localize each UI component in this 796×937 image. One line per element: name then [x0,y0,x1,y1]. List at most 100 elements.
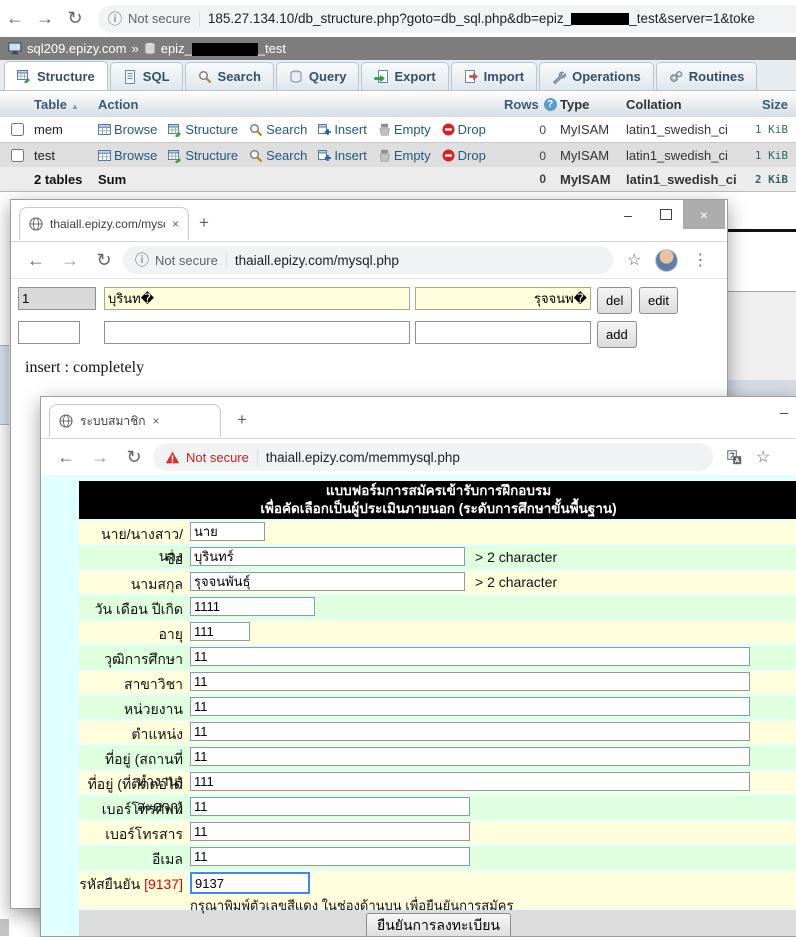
reload-icon[interactable]: ↻ [89,250,119,271]
field-input-3[interactable] [190,572,465,591]
new-tab-icon[interactable]: + [199,213,209,233]
bookmark-star-icon[interactable]: ☆ [627,250,641,270]
menu-kebab-icon[interactable]: ⋮ [692,250,708,270]
info-icon[interactable]: ⓘ [108,9,122,29]
browse-link[interactable]: Browse [98,122,157,137]
structure-link[interactable]: Structure [168,122,238,137]
new-name-input[interactable] [104,321,410,344]
field-input-7[interactable] [190,672,750,691]
forward-icon[interactable]: → [30,8,60,29]
record-surname-input[interactable] [415,287,591,310]
verify-code-input[interactable] [190,872,310,894]
new-id-input[interactable] [18,321,80,344]
add-button[interactable]: add [597,321,637,348]
checkbox-cell [0,149,34,162]
search-link[interactable]: Search [249,148,307,163]
del-button[interactable]: del [597,287,632,314]
tab-sql[interactable]: SQL [110,62,183,90]
field-input-14[interactable] [190,847,470,866]
field-input-13[interactable] [190,822,470,841]
field-input-6[interactable] [190,647,750,666]
browse-link[interactable]: Browse [98,148,157,163]
tab-import[interactable]: Import [451,62,537,90]
tab-search[interactable]: Search [185,62,274,90]
field-input-11[interactable] [190,772,750,791]
tab-query[interactable]: Query [276,62,360,90]
address-bar[interactable]: ⓘ Not secure thaiall.epizy.com/mysql.php [123,246,613,274]
new-surname-input[interactable] [415,321,591,344]
insert-link[interactable]: Insert [318,122,367,137]
table-name-link[interactable]: test [34,148,98,163]
structure-link[interactable]: Structure [168,148,238,163]
minimize-icon[interactable]: – [763,397,796,426]
maximize-icon[interactable] [645,200,687,229]
field-cell [188,821,796,844]
member-window-tab[interactable]: ระบบสมาชิก × [49,404,221,437]
forward-icon[interactable]: → [85,447,115,468]
field-input-5[interactable] [190,622,250,641]
action-label: Browse [114,148,157,163]
field-input-8[interactable] [190,697,750,716]
search-link[interactable]: Search [249,122,307,137]
drop-link[interactable]: Drop [442,148,486,163]
breadcrumb-database[interactable]: epiz__test [161,41,286,56]
bookmark-star-icon[interactable]: ☆ [756,447,770,467]
field-input-1[interactable] [190,522,265,541]
edit-button[interactable]: edit [639,287,678,314]
mysql-window-titlebar[interactable]: thaiall.epizy.com/mysql.php × + – × [11,200,727,242]
tab-routines[interactable]: Routines [656,62,758,90]
drop-link[interactable]: Drop [442,122,486,137]
field-input-10[interactable] [190,747,750,766]
row-checkbox[interactable] [11,123,24,136]
minimize-icon[interactable]: – [607,200,649,229]
tab-close-icon[interactable]: × [172,217,179,231]
field-label: วัน เดือน ปีเกิด [79,596,188,619]
translate-icon[interactable] [727,450,742,465]
field-input-4[interactable] [190,597,315,616]
breadcrumb-server[interactable]: sql209.epizy.com [27,41,126,56]
tab-label: SQL [143,69,170,84]
field-input-9[interactable] [190,722,750,741]
tab-label: Routines [689,69,745,84]
row-checkbox[interactable] [11,149,24,162]
info-icon[interactable]: ⓘ [135,250,149,270]
column-header-table[interactable]: Table▲ [34,97,98,112]
new-tab-icon[interactable]: + [237,410,247,430]
field-input-12[interactable] [190,797,470,816]
pma-table-header: Table▲ Action Rows? Type Collation Size [0,91,796,118]
tab-structure[interactable]: Structure [4,61,108,90]
back-icon[interactable]: ← [21,250,51,271]
close-icon[interactable]: × [683,200,725,229]
profile-avatar[interactable] [655,249,678,272]
tab-export[interactable]: Export [361,62,448,90]
table-name-link[interactable]: mem [34,122,98,137]
empty-link[interactable]: Empty [378,148,431,163]
sum-size: 2 KiB [744,173,796,186]
sum-label: Sum [98,172,504,187]
tab-close-icon[interactable]: × [153,414,160,428]
mysql-window-tab[interactable]: thaiall.epizy.com/mysql.php × [19,207,189,240]
record-name-input[interactable] [104,287,410,310]
sum-table-count: 2 tables [34,172,98,187]
back-icon[interactable]: ← [51,447,81,468]
back-icon[interactable]: ← [0,8,30,29]
help-icon[interactable]: ? [544,98,557,111]
forward-icon[interactable]: → [55,250,85,271]
address-bar[interactable]: ⓘ Not secure 185.27.134.10/db_structure.… [98,5,796,33]
field-cell [188,796,796,819]
field-input-2[interactable] [190,547,465,566]
field-cell [188,646,796,669]
field-label: วุฒิการศึกษา [79,646,188,669]
reload-icon[interactable]: ↻ [119,447,149,468]
submit-registration-button[interactable]: ยืนยันการลงทะเบียน [366,913,511,937]
insert-link[interactable]: Insert [318,148,367,163]
address-bar[interactable]: Not secure thaiall.epizy.com/memmysql.ph… [153,443,713,471]
tab-operations[interactable]: Operations [539,62,654,90]
empty-link[interactable]: Empty [378,122,431,137]
member-window-titlebar[interactable]: ระบบสมาชิก × + – [41,397,796,439]
insert-icon [318,123,331,136]
reload-icon[interactable]: ↻ [60,8,90,29]
field-label: อีเมล [79,846,188,869]
record-id-input[interactable] [18,287,96,310]
action-label: Empty [394,122,431,137]
